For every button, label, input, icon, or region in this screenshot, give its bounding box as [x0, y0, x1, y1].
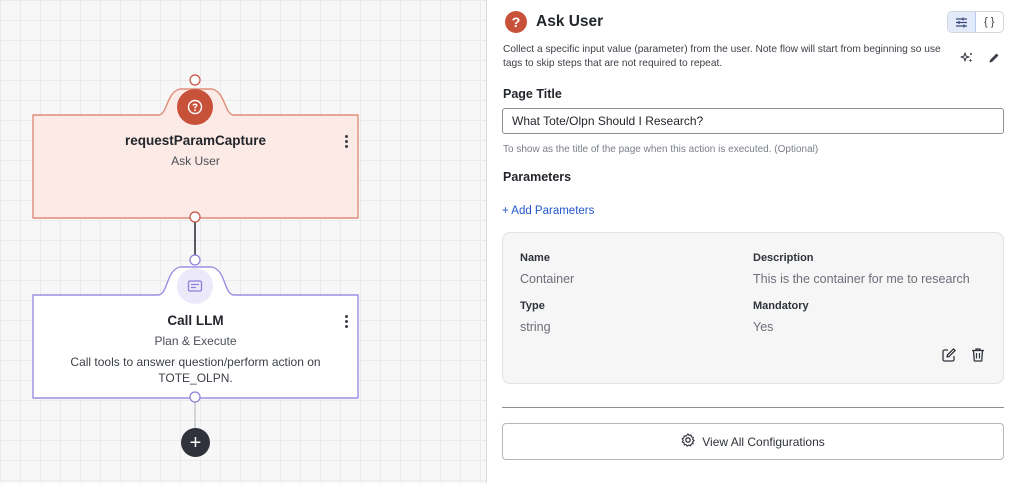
type-value: string	[520, 320, 551, 334]
page-title-hint: To show as the title of the page when th…	[503, 144, 819, 155]
name-value: Container	[520, 272, 575, 286]
parameters-label: Parameters	[503, 170, 572, 184]
question-icon: ?	[505, 11, 527, 33]
description-value: This is the container for me to research	[753, 272, 970, 286]
add-parameters-link[interactable]: + Add Parameters	[502, 205, 594, 217]
parameter-card: Name Container Description This is the c…	[502, 232, 1004, 384]
node-call-llm[interactable]: Call LLM Plan & Execute Call tools to an…	[33, 260, 358, 398]
panel-description: Collect a specific input value (paramete…	[503, 44, 941, 69]
gear-icon	[681, 433, 695, 450]
section-divider	[502, 407, 1004, 408]
flow-canvas[interactable]: requestParamCapture Ask User Call LLM Pl…	[0, 0, 487, 483]
add-node-button[interactable]: +	[181, 428, 210, 457]
question-circle-icon	[177, 89, 213, 125]
name-label: Name	[520, 252, 550, 264]
node-description: Call tools to answer question/perform ac…	[70, 355, 321, 385]
type-label: Type	[520, 300, 545, 312]
node-title: Call LLM	[167, 313, 224, 328]
trash-icon[interactable]	[970, 347, 986, 363]
node-menu-icon[interactable]	[338, 133, 354, 151]
edit-icon[interactable]	[941, 347, 957, 363]
pencil-icon[interactable]	[987, 51, 1001, 65]
view-toggle: { }	[947, 11, 1004, 33]
page-title-input[interactable]	[502, 108, 1004, 134]
properties-panel: ? Ask User { } Collect a specific input …	[488, 0, 1011, 483]
view-all-label: View All Configurations	[702, 434, 825, 449]
node-subtitle: Ask User	[171, 154, 220, 168]
node-subtitle: Plan & Execute	[154, 334, 237, 348]
card-icon	[177, 268, 213, 304]
description-label: Description	[753, 252, 814, 264]
node-menu-icon[interactable]	[338, 313, 354, 331]
mandatory-label: Mandatory	[753, 300, 809, 312]
panel-title: Ask User	[536, 13, 604, 30]
code-view-button[interactable]: { }	[976, 12, 1003, 32]
page-title-label: Page Title	[503, 87, 562, 101]
view-all-configurations-button[interactable]: View All Configurations	[502, 423, 1004, 460]
sliders-icon[interactable]	[948, 12, 976, 32]
node-title: requestParamCapture	[124, 133, 267, 148]
sparkle-icon[interactable]	[960, 51, 974, 65]
flow-connectors	[32, 74, 359, 428]
node-request-param-capture[interactable]: requestParamCapture Ask User	[33, 80, 358, 218]
mandatory-value: Yes	[753, 320, 774, 334]
